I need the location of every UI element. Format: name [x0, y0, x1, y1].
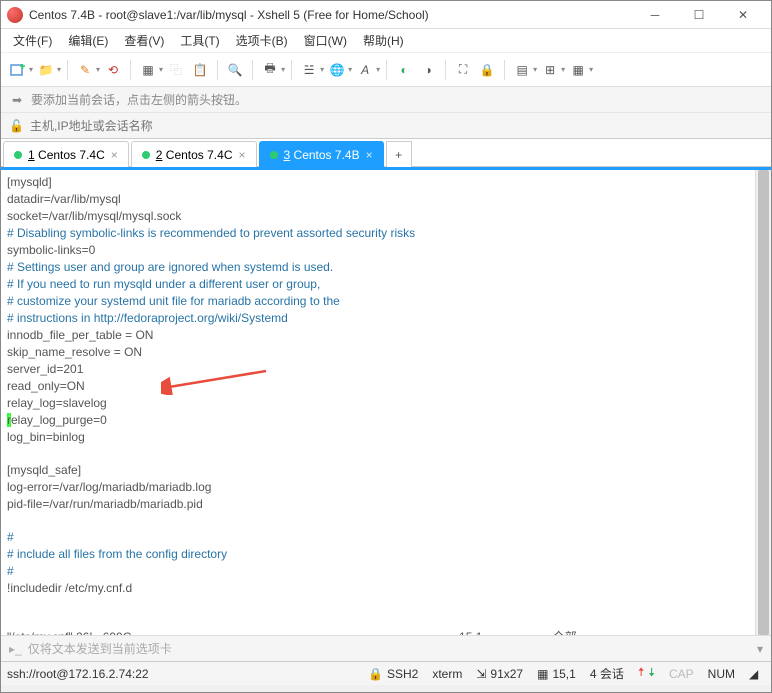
status-bar: ssh://root@172.16.2.74:22 🔒SSH2 xterm ⇲9… [1, 661, 771, 685]
tab-2[interactable]: 2 Centos 7.4C × [131, 141, 257, 167]
address-input[interactable] [30, 119, 763, 133]
maximize-button[interactable]: ☐ [677, 1, 721, 29]
disconnect-button[interactable]: ⟲ [102, 59, 124, 81]
lock-button[interactable]: 🔒 [476, 59, 498, 81]
menu-edit[interactable]: 编辑(E) [62, 30, 114, 51]
find-button[interactable]: 🔍 [224, 59, 246, 81]
separator [445, 60, 446, 80]
new-session-button[interactable] [7, 59, 29, 81]
status-sessions: 4 会话 [590, 665, 624, 682]
status-dot-icon [142, 151, 150, 159]
new-tab-button[interactable]: + [386, 141, 412, 167]
status-ssh: ssh://root@172.16.2.74:22 [7, 667, 354, 681]
tile-button[interactable]: ▤ [511, 59, 533, 81]
terminal[interactable]: [mysqld] datadir=/var/lib/mysql socket=/… [1, 170, 771, 635]
separator [217, 60, 218, 80]
separator [67, 60, 68, 80]
compose-button[interactable]: ⊞ [539, 59, 561, 81]
tab-3[interactable]: 3 Centos 7.4B × [259, 141, 384, 167]
menu-help[interactable]: 帮助(H) [357, 30, 410, 51]
highlight-button[interactable]: ✎ [74, 59, 96, 81]
toolbar: ▾ 📁▾ ✎▾ ⟲ ▦▾ ⿻ 📋 🔍 🖶▾ ☱▾ 🌐▾ A▾ ◐ ◑ ⛶ 🔒 ▤… [1, 53, 771, 87]
menu-tabs[interactable]: 选项卡(B) [230, 30, 294, 51]
xagent-button[interactable]: ◐ [393, 59, 415, 81]
dropdown-icon[interactable]: ▾ [589, 65, 593, 74]
send-bar: ▸_ 仅将文本发送到当前选项卡 ▾ [1, 635, 771, 661]
print-button[interactable]: 🖶 [259, 59, 281, 81]
paste-button[interactable]: 📋 [189, 59, 211, 81]
dropdown-icon[interactable]: ▾ [320, 65, 324, 74]
dropdown-icon[interactable]: ▾ [533, 65, 537, 74]
dropdown-icon[interactable]: ▾ [57, 65, 61, 74]
close-tab-icon[interactable]: × [111, 148, 118, 162]
lock-icon: 🔒 [368, 667, 383, 681]
status-sshver: 🔒SSH2 [368, 667, 418, 681]
window-title: Centos 7.4B - root@slave1:/var/lib/mysql… [29, 8, 633, 22]
terminal-wrap: [mysqld] datadir=/var/lib/mysql socket=/… [1, 167, 771, 635]
fullscreen-button[interactable]: ⛶ [452, 59, 474, 81]
close-tab-icon[interactable]: × [238, 148, 245, 162]
send-placeholder[interactable]: 仅将文本发送到当前选项卡 [28, 640, 172, 657]
arrow-icon[interactable]: ➡ [9, 92, 25, 108]
status-dot-icon [270, 151, 278, 159]
tab-bar: 1 Centos 7.4C × 2 Centos 7.4C × 3 Centos… [1, 139, 771, 167]
separator [130, 60, 131, 80]
status-size: ⇲91x27 [476, 667, 523, 681]
tab-1[interactable]: 1 Centos 7.4C × [3, 141, 129, 167]
window-titlebar: Centos 7.4B - root@slave1:/var/lib/mysql… [1, 1, 771, 29]
status-pos: ▦15,1 [537, 667, 576, 681]
down-arrow-icon: 🠇 [648, 663, 655, 684]
font-button[interactable]: A [354, 59, 376, 81]
hint-bar: ➡ 要添加当前会话，点击左侧的箭头按钮。 [1, 87, 771, 113]
separator [291, 60, 292, 80]
dropdown-icon[interactable]: ▾ [159, 65, 163, 74]
close-button[interactable]: ✕ [721, 1, 765, 29]
up-arrow-icon: 🠅 [638, 663, 645, 684]
xpass-button[interactable]: ◑ [417, 59, 439, 81]
status-updown: 🠅🠇 [638, 663, 655, 684]
separator [386, 60, 387, 80]
status-dot-icon [14, 151, 22, 159]
address-bar: 🔓 [1, 113, 771, 139]
dropdown-icon[interactable]: ▾ [29, 65, 33, 74]
grid-icon: ▦ [537, 667, 548, 681]
menu-file[interactable]: 文件(F) [7, 30, 58, 51]
status-num: NUM [708, 667, 735, 681]
tab-label: 1 Centos 7.4C [28, 148, 105, 162]
properties-button[interactable]: ▦ [137, 59, 159, 81]
dropdown-icon[interactable]: ▾ [348, 65, 352, 74]
copy-button[interactable]: ⿻ [165, 59, 187, 81]
menu-bar: 文件(F) 编辑(E) 查看(V) 工具(T) 选项卡(B) 窗口(W) 帮助(… [1, 29, 771, 53]
globe-button[interactable]: 🌐 [326, 59, 348, 81]
dropdown-icon[interactable]: ▾ [96, 65, 100, 74]
app-icon [7, 7, 23, 23]
dropdown-icon[interactable]: ▾ [376, 65, 380, 74]
separator [504, 60, 505, 80]
resize-grip-icon[interactable]: ◢ [749, 667, 765, 681]
tab-label: 2 Centos 7.4C [156, 148, 233, 162]
dropdown-icon[interactable]: ▾ [281, 65, 285, 74]
resize-icon: ⇲ [476, 667, 486, 681]
close-tab-icon[interactable]: × [366, 148, 373, 162]
scrollbar[interactable] [755, 170, 771, 635]
separator [252, 60, 253, 80]
prompt-icon: ▸_ [9, 642, 22, 656]
menu-view[interactable]: 查看(V) [118, 30, 170, 51]
send-dropdown-icon[interactable]: ▾ [757, 642, 763, 656]
menu-window[interactable]: 窗口(W) [298, 30, 353, 51]
dropdown-icon[interactable]: ▾ [561, 65, 565, 74]
lock-icon: 🔓 [9, 119, 24, 133]
minimize-button[interactable]: ─ [633, 1, 677, 29]
menu-tools[interactable]: 工具(T) [174, 30, 225, 51]
open-button[interactable]: 📁 [35, 59, 57, 81]
status-term: xterm [432, 667, 462, 681]
hint-text: 要添加当前会话，点击左侧的箭头按钮。 [31, 91, 247, 108]
scrollbar-thumb[interactable] [758, 170, 769, 635]
tab-label: 3 Centos 7.4B [284, 148, 360, 162]
log-button[interactable]: ☱ [298, 59, 320, 81]
view-button[interactable]: ▦ [567, 59, 589, 81]
status-cap: CAP [669, 667, 694, 681]
